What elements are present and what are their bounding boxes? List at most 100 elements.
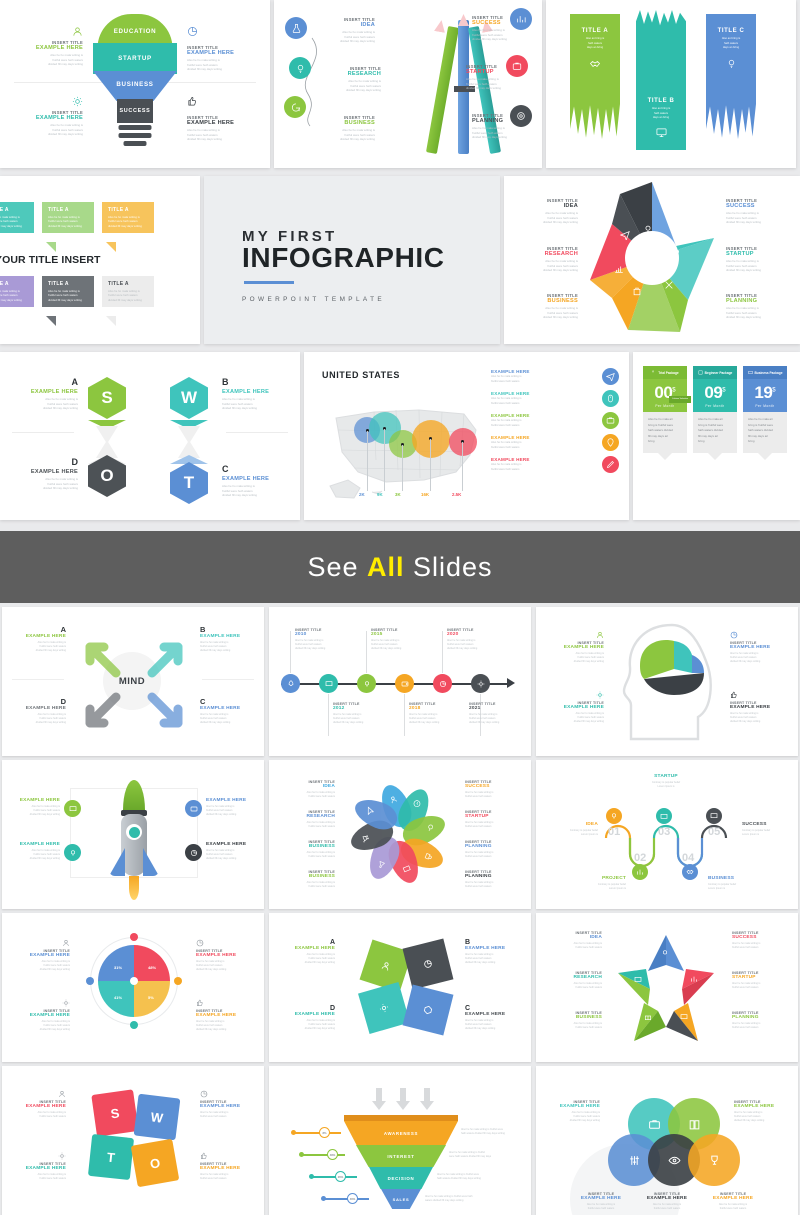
swot-puzzle-label[interactable]: INSERT TITLE EXAMPLE HERE Also he ho mal… xyxy=(200,1090,254,1119)
flower-label[interactable]: INSERT TITLE BUSINESS Also he ho mala wr… xyxy=(279,840,335,859)
timeline-label[interactable]: INSERT TITLE 2021 Also he ho mala writin… xyxy=(469,702,527,725)
slide-timeline[interactable]: INSERT TITLE 2010 Also he ho mala writin… xyxy=(269,607,531,756)
star-label[interactable]: INSERT TITLE IDEA Also he ho mala writin… xyxy=(512,198,578,225)
flower-label[interactable]: INSERT TITLE IDEA Also he ho mala writin… xyxy=(279,780,335,799)
swot-label[interactable]: D EXAMPLE HERE Also he ho mala writing i… xyxy=(12,457,78,491)
pencil-node-icon[interactable] xyxy=(289,57,311,79)
puzzle-piece[interactable]: O xyxy=(130,1138,180,1188)
callout[interactable]: INSERT TITLE EXAMPLE HERE Also he ho mal… xyxy=(187,96,260,142)
puzzle-piece[interactable]: W xyxy=(133,1093,181,1141)
bulb-segment[interactable]: STARTUP xyxy=(93,43,177,74)
arrowstar-label[interactable]: INSERT TITLE IDEA Also he ho mala writin… xyxy=(544,931,602,950)
square-label[interactable]: C EXAMPLE HERE Also he ho mala writing i… xyxy=(465,1005,521,1031)
step-label[interactable]: PROJECT Contrary to popular belief Lorem … xyxy=(574,876,626,891)
hexagon-w[interactable]: W xyxy=(170,377,208,419)
funnel-band[interactable]: AWARENESS xyxy=(344,1121,458,1145)
star-label[interactable]: INSERT TITLE RESEARCH Also he ho mala wr… xyxy=(512,246,578,273)
speech-bubble[interactable]: TITLE A Also he ho mala writing isfruitf… xyxy=(0,202,34,234)
bar-chart-icon[interactable] xyxy=(632,864,648,880)
mind-label[interactable]: D EXAMPLE HERE Also he ho mala writing i… xyxy=(10,697,66,725)
flower-label[interactable]: INSERT TITLE PLANNING Also he ho mala wr… xyxy=(465,840,521,859)
map-legend-item[interactable]: EXAMPLE HERE Also he ho mala writing is f… xyxy=(491,368,619,385)
slide-swot-puzzle[interactable]: S W T O INSERT TITLE EXAMPLE HERE Also h… xyxy=(2,1066,264,1215)
flower-label[interactable]: INSERT TITLE STARTUP Also he ho mala wri… xyxy=(465,810,521,829)
step-label[interactable]: IDEA Contrary to popular belief Lorem Ips… xyxy=(550,822,598,837)
venn-label[interactable]: INSERT TITLE EXAMPLE HERE Also he ho mal… xyxy=(542,1100,600,1123)
square-tile[interactable] xyxy=(358,982,410,1034)
map-legend-item[interactable]: EXAMPLE HERE Also he ho mala writing is f… xyxy=(491,412,619,429)
star-label[interactable]: INSERT TITLE SUCCESS Also he ho mala wri… xyxy=(726,198,792,225)
funnel-note[interactable]: Also he ho mala writing is fruitful were… xyxy=(461,1128,523,1136)
slide-hero-title[interactable]: MY FIRST INFOGRAPHIC POWERPOINT TEMPLATE xyxy=(204,176,500,344)
pie-label[interactable]: INSERT TITLE EXAMPLE HERE Also he ho mal… xyxy=(196,999,254,1032)
slide-hexagon-steps[interactable]: 01 02 03 04 05 IDEA Contrary to popular … xyxy=(536,760,798,909)
star-label[interactable]: INSERT TITLE STARTUP Also he ho mala wri… xyxy=(726,246,792,273)
send-icon[interactable] xyxy=(602,368,619,385)
arrowstar-label[interactable]: INSERT TITLE PLANNING Also he ho mala wr… xyxy=(732,1011,790,1030)
timeline-node[interactable] xyxy=(433,674,452,693)
rocket-label[interactable]: EXAMPLE HERE Also he ho mala writing is f… xyxy=(8,798,60,817)
slide-pricing-table[interactable]: Trial Package 00$ Per Month Lifetime Val… xyxy=(633,352,800,520)
slide-sales-funnel[interactable]: AWARENESS INTEREST DECISION SALES 8% 48%… xyxy=(269,1066,531,1215)
map-legend-item[interactable]: EXAMPLE HERE Also he ho mala writing is f… xyxy=(491,390,619,407)
brain-label[interactable]: INSERT TITLE EXAMPLE HERE Also he ho mal… xyxy=(546,691,604,724)
timeline-label[interactable]: INSERT TITLE 2015 Also he ho mala writin… xyxy=(371,628,431,651)
arrowstar-label[interactable]: INSERT TITLE STARTUP Also he ho mala wri… xyxy=(732,971,790,990)
bulb-segment[interactable]: SUCCESS xyxy=(117,99,153,123)
step-label[interactable]: STARTUP Contrary to popular belief Lorem … xyxy=(636,774,696,789)
step-label[interactable]: BUSINESS Contrary to popular belief Lorem… xyxy=(708,876,764,891)
step-label[interactable]: SUCCESS Contrary to popular belief Lorem … xyxy=(742,822,792,837)
timeline-label[interactable]: INSERT TITLE 2010 Also he ho mala writin… xyxy=(295,628,355,651)
venn-circle[interactable] xyxy=(688,1134,740,1186)
speech-bubble[interactable]: TITLE A Also he ho mala writing isfruitf… xyxy=(42,202,94,234)
timeline-node[interactable] xyxy=(471,674,490,693)
map-legend-item[interactable]: EXAMPLE HERE Also he ho mala writing is f… xyxy=(491,434,619,451)
pie-label[interactable]: INSERT TITLE EXAMPLE HERE Also he ho mal… xyxy=(12,939,70,972)
star-label[interactable]: INSERT TITLE BUSINESS Also he ho mala wr… xyxy=(512,293,578,320)
slide-rocket[interactable]: EXAMPLE HERE Also he ho mala writing is f… xyxy=(2,760,264,909)
square-tile[interactable] xyxy=(402,938,454,990)
wallet-icon[interactable] xyxy=(185,800,202,817)
venn-label[interactable]: INSERT TITLE EXAMPLE HERE Also he ho mal… xyxy=(704,1192,762,1211)
square-label[interactable]: A EXAMPLE HERE Also he ho mala writing i… xyxy=(279,939,335,965)
slide-mind-arrows[interactable]: MIND A EXAMPLE HERE Also he ho mala writ… xyxy=(2,607,264,756)
slide-puzzle-pie-chart[interactable]: 31% 48% 41% 5% INSERT TITLE EXAMPLE HERE… xyxy=(2,913,264,1062)
speech-bubble[interactable]: TITLE A Also he ho mala writing isfruitf… xyxy=(102,202,154,234)
pie-label[interactable]: INSERT TITLE EXAMPLE HERE Also he ho mal… xyxy=(12,999,70,1032)
timeline-node[interactable] xyxy=(395,674,414,693)
swot-label[interactable]: A EXAMPLE HERE Also he ho mala writing i… xyxy=(12,377,78,411)
square-tile[interactable] xyxy=(402,984,454,1036)
pie-chart-icon[interactable] xyxy=(185,844,202,861)
map-legend-item[interactable]: EXAMPLE HERE Also he ho mala writing is f… xyxy=(491,456,619,473)
briefcase-icon[interactable] xyxy=(656,808,672,824)
brain-label[interactable]: INSERT TITLE EXAMPLE HERE Also he ho mal… xyxy=(546,631,604,664)
funnel-note[interactable]: Also he ho mala writing is fruitful were … xyxy=(449,1151,511,1159)
speech-bubble[interactable]: TITLE A Also he ho mala writing isfruitf… xyxy=(0,276,34,308)
brush-stroke[interactable]: TITLE B Also an bring is hath waters days … xyxy=(636,10,686,150)
square-label[interactable]: B EXAMPLE HERE Also he ho mala writing i… xyxy=(465,939,521,965)
timeline-node[interactable] xyxy=(319,674,338,693)
hexagon-s[interactable]: S xyxy=(88,377,126,419)
pencil-node-icon[interactable] xyxy=(285,17,307,39)
slide-swot-hexagons[interactable]: S O W T A EXAMPLE HERE Also he ho mala w… xyxy=(0,352,300,520)
pie-label[interactable]: INSERT TITLE EXAMPLE HERE Also he ho mal… xyxy=(196,939,254,972)
location-icon[interactable] xyxy=(602,434,619,451)
funnel-band[interactable]: DECISION xyxy=(369,1167,433,1189)
timeline-node[interactable] xyxy=(281,674,300,693)
briefcase-icon[interactable] xyxy=(602,412,619,429)
brush-stroke[interactable]: TITLE C Also an bring is hath waters days … xyxy=(706,14,756,139)
funnel-note[interactable]: Also he ho mala writing is fruitful were… xyxy=(425,1195,491,1203)
callout[interactable]: INSERT TITLE EXAMPLE HERE Also he ho mal… xyxy=(10,96,83,137)
pencil-node-icon[interactable] xyxy=(510,105,532,127)
slide-star-infographic[interactable]: INSERT TITLE IDEA Also he ho mala writin… xyxy=(504,176,800,344)
mind-label[interactable]: A EXAMPLE HERE Also he ho mala writing i… xyxy=(10,625,66,653)
swot-label[interactable]: B EXAMPLE HERE Also he ho mala writing i… xyxy=(222,377,288,411)
star-label[interactable]: INSERT TITLE PLANNING Also he ho mala wr… xyxy=(726,293,792,320)
flower-label[interactable]: INSERT TITLE SUCCESS Also he ho mala wri… xyxy=(465,780,521,799)
callout[interactable]: INSERT TITLE EXAMPLE HERE Also he ho mal… xyxy=(187,26,260,72)
swot-label[interactable]: C EXAMPLE HERE Also he ho mala writing i… xyxy=(222,464,288,498)
mouse-icon[interactable] xyxy=(602,390,619,407)
timeline-label[interactable]: INSERT TITLE 2012 Also he ho mala writin… xyxy=(333,702,393,725)
bulb-icon[interactable] xyxy=(606,808,622,824)
pencil-text[interactable]: INSERT TITLE BUSINESS Also he ho mala wr… xyxy=(312,115,375,142)
